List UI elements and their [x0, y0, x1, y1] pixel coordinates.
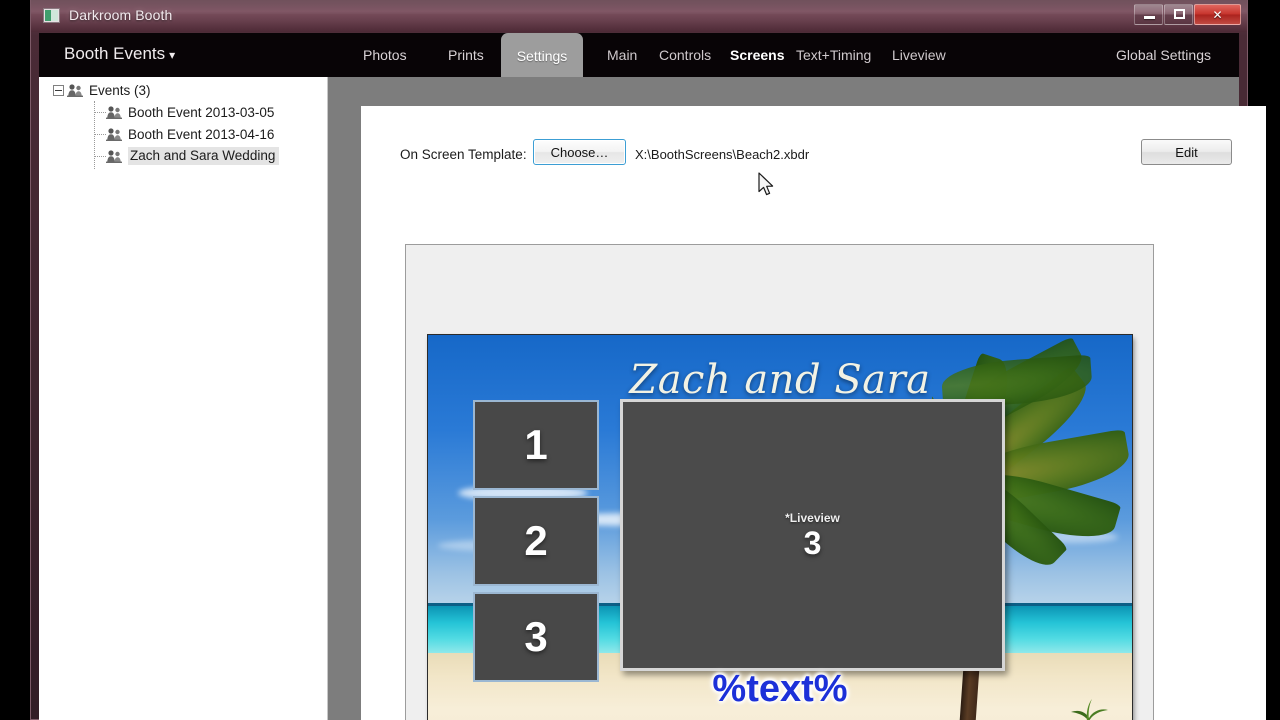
- tab-photos-label: Photos: [363, 47, 407, 63]
- screens-settings-panel: On Screen Template: Choose… X:\BoothScre…: [361, 106, 1266, 720]
- collapse-toggle-icon[interactable]: [53, 84, 64, 96]
- maximize-icon: [1174, 9, 1185, 19]
- tree-connector-horizontal: [94, 112, 106, 113]
- subtab-text-timing[interactable]: Text+Timing: [796, 33, 871, 77]
- template-path-text: X:\BoothScreens\Beach2.xbdr: [635, 147, 810, 162]
- booth-events-menu[interactable]: Booth Events ▾: [64, 44, 175, 64]
- subtab-screens-label: Screens: [730, 47, 785, 63]
- template-title-text: Zach and Sara: [629, 357, 931, 403]
- close-icon: ✕: [1212, 7, 1223, 22]
- tree-root-label: Events (3): [89, 82, 151, 98]
- sidebar-item-event-0-label: Booth Event 2013-03-05: [128, 104, 275, 120]
- app-window-icon: [43, 8, 60, 23]
- maximize-button[interactable]: [1164, 4, 1193, 25]
- sidebar-item-event-1[interactable]: Booth Event 2013-04-16: [106, 123, 274, 145]
- photo-slot-3-label: 3: [524, 613, 548, 660]
- application-body: Events (3) Booth Event 2013-03-05 Booth …: [39, 77, 1266, 720]
- text-token-overlay: %text%: [712, 668, 848, 710]
- on-screen-template-render[interactable]: Zach and Sara 1 2 3 *Liveview 3 %text%: [428, 335, 1132, 720]
- booth-events-menu-label: Booth Events: [64, 44, 166, 63]
- choose-template-button-label: Choose…: [550, 144, 609, 160]
- tree-connector-horizontal: [94, 156, 106, 157]
- liveview-countdown: 3: [803, 525, 822, 561]
- photo-slot-2-label: 2: [524, 517, 548, 564]
- subtab-main[interactable]: Main: [607, 33, 637, 77]
- liveview-placeholder[interactable]: *Liveview 3: [620, 399, 1005, 671]
- subtab-liveview-label: Liveview: [892, 47, 946, 63]
- sidebar-item-event-0[interactable]: Booth Event 2013-03-05: [106, 101, 274, 123]
- tab-prints-label: Prints: [448, 47, 484, 63]
- subtab-text-timing-label: Text+Timing: [796, 47, 872, 63]
- tab-photos[interactable]: Photos: [347, 33, 423, 77]
- sidebar-item-event-2-label: Zach and Sara Wedding: [128, 147, 280, 165]
- application-navbar: Booth Events ▾ Photos Prints Settings Mai…: [39, 33, 1239, 79]
- subtab-screens[interactable]: Screens: [730, 33, 784, 77]
- tree-root-events[interactable]: Events (3): [53, 79, 151, 101]
- subtab-controls[interactable]: Controls: [659, 33, 711, 77]
- tab-settings-label: Settings: [516, 48, 568, 64]
- subtab-controls-label: Controls: [659, 47, 712, 63]
- edit-template-button-label: Edit: [1175, 144, 1198, 160]
- photo-slot-1-label: 1: [524, 421, 548, 468]
- sidebar-item-event-2[interactable]: Zach and Sara Wedding: [106, 145, 280, 167]
- subtab-liveview[interactable]: Liveview: [892, 33, 946, 77]
- liveview-label: *Liveview: [785, 511, 840, 525]
- chevron-down-icon: ▾: [169, 48, 176, 62]
- edit-template-button[interactable]: Edit: [1141, 139, 1232, 165]
- close-button[interactable]: ✕: [1194, 4, 1241, 25]
- subtab-main-label: Main: [607, 47, 638, 63]
- event-icon: [106, 127, 123, 142]
- minimize-button[interactable]: [1134, 4, 1163, 25]
- event-group-icon: [67, 83, 84, 98]
- window-title: Darkroom Booth: [69, 7, 173, 23]
- titlebar-gloss: [31, 0, 1247, 14]
- application-window: Darkroom Booth ✕ Booth Events ▾ Photos P…: [30, 0, 1266, 720]
- event-icon: [106, 105, 123, 120]
- global-settings-label: Global Settings: [1116, 47, 1211, 63]
- tab-settings[interactable]: Settings: [501, 33, 583, 79]
- photo-slot-1[interactable]: 1: [473, 400, 599, 490]
- on-screen-template-label: On Screen Template:: [400, 147, 527, 162]
- tree-connector-horizontal: [94, 134, 106, 135]
- window-controls: ✕: [1134, 4, 1241, 25]
- minimize-icon: [1144, 16, 1155, 19]
- event-icon: [106, 149, 123, 164]
- tab-prints[interactable]: Prints: [432, 33, 500, 77]
- events-sidebar: Events (3) Booth Event 2013-03-05 Booth …: [39, 77, 328, 720]
- desktop-background: Darkroom Booth ✕ Booth Events ▾ Photos P…: [0, 0, 1280, 720]
- sidebar-item-event-1-label: Booth Event 2013-04-16: [128, 126, 275, 142]
- choose-template-button[interactable]: Choose…: [533, 139, 626, 165]
- window-titlebar[interactable]: Darkroom Booth ✕: [31, 0, 1247, 32]
- global-settings-link[interactable]: Global Settings: [1116, 33, 1211, 77]
- template-preview-area[interactable]: Zach and Sara 1 2 3 *Liveview 3 %text%: [405, 244, 1154, 720]
- photo-slot-2[interactable]: 2: [473, 496, 599, 586]
